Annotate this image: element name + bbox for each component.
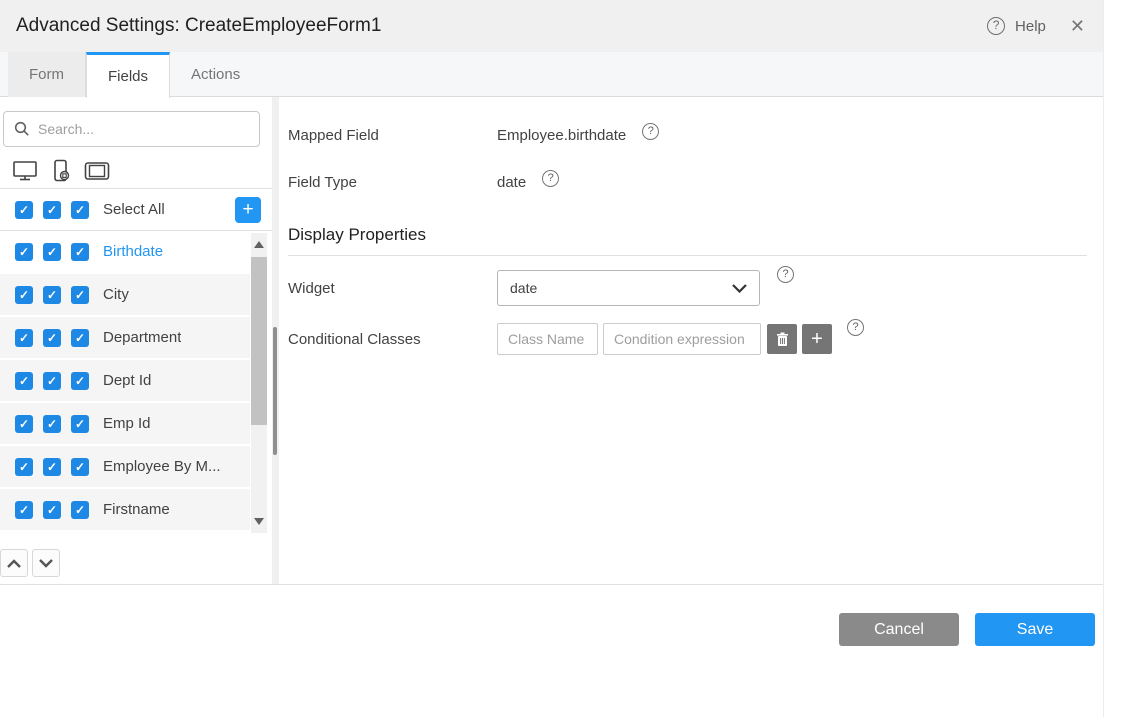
help-icon[interactable]: ?: [777, 266, 794, 283]
checkbox-mobile[interactable]: ✓: [43, 458, 61, 476]
field-label[interactable]: Birthdate: [103, 243, 163, 260]
checkbox-mobile[interactable]: ✓: [43, 201, 61, 219]
field-row[interactable]: ✓ ✓ ✓ City: [0, 274, 250, 315]
checkbox-mobile[interactable]: ✓: [43, 501, 61, 519]
widget-row: Widget date ?: [288, 270, 1087, 306]
checkbox-desktop[interactable]: ✓: [15, 286, 33, 304]
chevron-down-icon: [39, 559, 53, 568]
checkbox-tablet[interactable]: ✓: [71, 243, 89, 261]
help-label[interactable]: Help: [1015, 18, 1046, 35]
field-label[interactable]: Firstname: [103, 501, 170, 518]
dialog-header: Advanced Settings: CreateEmployeeForm1 ?…: [0, 0, 1103, 52]
help-icon[interactable]: ?: [987, 17, 1005, 35]
field-row[interactable]: ✓ ✓ ✓ Dept Id: [0, 360, 250, 401]
field-row[interactable]: ✓ ✓ ✓ Firstname: [0, 489, 250, 530]
close-icon[interactable]: ✕: [1070, 17, 1085, 35]
checkbox-tablet[interactable]: ✓: [71, 372, 89, 390]
tab-bar: Form Fields Actions: [0, 52, 1103, 97]
dialog-footer: Cancel Save: [0, 585, 1103, 646]
mapped-field-value: Employee.birthdate: [497, 127, 626, 144]
conditional-classes-label: Conditional Classes: [288, 331, 497, 348]
display-properties-heading: Display Properties: [288, 225, 1087, 256]
fields-sidebar: ✓ ✓ ✓ Select All + ✓✓✓Birthdate✓✓✓City✓✓…: [0, 97, 272, 584]
select-all-label: Select All: [103, 201, 165, 218]
add-field-button[interactable]: +: [235, 197, 261, 223]
scroll-up-icon[interactable]: [254, 241, 264, 248]
checkbox-tablet[interactable]: ✓: [71, 329, 89, 347]
checkbox-tablet[interactable]: ✓: [71, 201, 89, 219]
field-label[interactable]: Emp Id: [103, 415, 151, 432]
field-label[interactable]: Department: [103, 329, 181, 346]
field-list: ✓ ✓ ✓ Birthdate ✓ ✓ ✓ City ✓ ✓ ✓ Department ✓ ✓ ✓ Dept …: [0, 231, 272, 535]
device-toggle-row: [0, 153, 272, 189]
checkbox-desktop[interactable]: ✓: [15, 329, 33, 347]
tab-fields[interactable]: Fields: [86, 52, 170, 98]
checkbox-mobile[interactable]: ✓: [43, 329, 61, 347]
panel-scrollbar-thumb[interactable]: [273, 327, 277, 455]
field-row[interactable]: ✓ ✓ ✓ Emp Id: [0, 403, 250, 444]
field-label[interactable]: Employee By M...: [103, 458, 221, 475]
scrollbar-thumb[interactable]: [251, 257, 267, 425]
checkbox-desktop[interactable]: ✓: [15, 501, 33, 519]
move-up-button[interactable]: [0, 549, 28, 577]
scroll-down-icon[interactable]: [254, 518, 264, 525]
dialog-title: Advanced Settings: CreateEmployeeForm1: [16, 15, 987, 37]
class-name-input[interactable]: [497, 323, 598, 355]
tab-actions[interactable]: Actions: [170, 52, 261, 97]
search-box[interactable]: [3, 111, 260, 147]
field-row[interactable]: ✓ ✓ ✓ Employee By M...: [0, 446, 250, 487]
save-button[interactable]: Save: [975, 613, 1095, 646]
field-row[interactable]: ✓ ✓ ✓ Birthdate: [0, 231, 250, 272]
field-type-row: Field Type date ?: [288, 174, 1087, 191]
checkbox-desktop[interactable]: ✓: [15, 201, 33, 219]
field-label[interactable]: Dept Id: [103, 372, 151, 389]
conditional-classes-row: Conditional Classes + ?: [288, 323, 1087, 355]
desktop-icon[interactable]: [12, 160, 38, 182]
panel-scrollbar[interactable]: [272, 97, 279, 584]
list-scrollbar[interactable]: [251, 233, 267, 533]
advanced-settings-dialog: Advanced Settings: CreateEmployeeForm1 ?…: [0, 0, 1104, 717]
field-row[interactable]: ✓ ✓ ✓ Department: [0, 317, 250, 358]
field-properties-panel: Mapped Field Employee.birthdate ? Field …: [279, 97, 1103, 584]
checkbox-mobile[interactable]: ✓: [43, 372, 61, 390]
tab-form[interactable]: Form: [8, 52, 86, 97]
checkbox-desktop[interactable]: ✓: [15, 415, 33, 433]
search-icon: [14, 121, 30, 137]
widget-label: Widget: [288, 280, 497, 297]
delete-condition-button[interactable]: [767, 324, 797, 354]
checkbox-tablet[interactable]: ✓: [71, 286, 89, 304]
chevron-down-icon: [732, 284, 747, 293]
checkbox-desktop[interactable]: ✓: [15, 372, 33, 390]
reorder-controls: [0, 549, 272, 577]
search-input[interactable]: [38, 121, 249, 137]
widget-select[interactable]: date: [497, 270, 760, 306]
checkbox-tablet[interactable]: ✓: [71, 415, 89, 433]
tablet-icon[interactable]: [84, 161, 110, 181]
move-down-button[interactable]: [32, 549, 60, 577]
checkbox-mobile[interactable]: ✓: [43, 243, 61, 261]
trash-icon: [776, 332, 789, 347]
checkbox-desktop[interactable]: ✓: [15, 243, 33, 261]
mapped-field-row: Mapped Field Employee.birthdate ?: [288, 127, 1087, 144]
field-type-label: Field Type: [288, 174, 497, 191]
help-icon[interactable]: ?: [847, 319, 864, 336]
help-icon[interactable]: ?: [542, 170, 559, 187]
checkbox-desktop[interactable]: ✓: [15, 458, 33, 476]
cancel-button[interactable]: Cancel: [839, 613, 959, 646]
field-label[interactable]: City: [103, 286, 129, 303]
mobile-icon[interactable]: [51, 159, 71, 183]
help-icon[interactable]: ?: [642, 123, 659, 140]
widget-select-value: date: [510, 280, 732, 296]
checkbox-tablet[interactable]: ✓: [71, 458, 89, 476]
mapped-field-label: Mapped Field: [288, 127, 497, 144]
condition-expression-input[interactable]: [603, 323, 761, 355]
field-type-value: date: [497, 174, 526, 191]
checkbox-tablet[interactable]: ✓: [71, 501, 89, 519]
select-all-row: ✓ ✓ ✓ Select All +: [0, 189, 272, 231]
chevron-up-icon: [7, 559, 21, 568]
checkbox-mobile[interactable]: ✓: [43, 286, 61, 304]
checkbox-mobile[interactable]: ✓: [43, 415, 61, 433]
add-condition-button[interactable]: +: [802, 324, 832, 354]
